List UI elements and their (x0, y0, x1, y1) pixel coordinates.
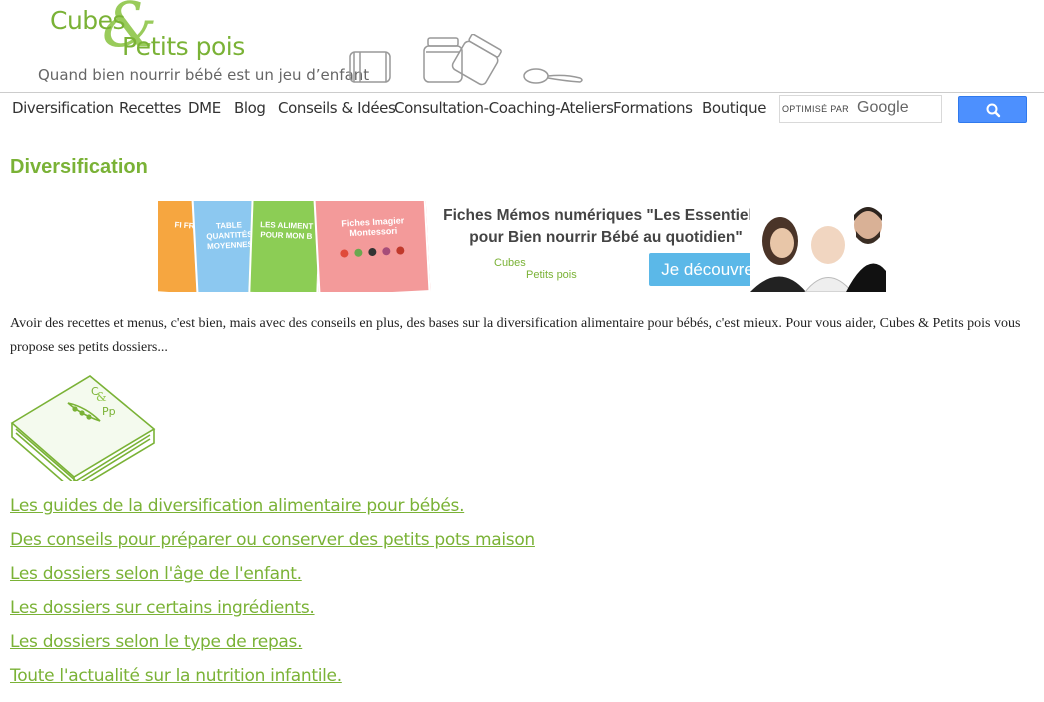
banner-logo-petits-pois: Petits pois (526, 269, 577, 281)
site-header: & Cubes Petits pois Quand bien nourrir b… (0, 0, 1044, 92)
banner-card-aliments: LES ALIMENT POUR MON B (248, 201, 322, 292)
banner-headline-line1: Fiches Mémos numériques "Les Essentiels" (443, 207, 769, 224)
search-input[interactable]: OPTIMISÉ PAR Google (779, 95, 942, 123)
nav-item-formations[interactable]: Formations (613, 99, 693, 117)
link-dossiers-ingredients[interactable]: Les dossiers sur certains ingrédients. (10, 598, 315, 618)
promo-banner[interactable]: FI FRU TABLE QUANTITÉS MOYENNES LES ALIM… (158, 201, 886, 292)
site-tagline: Quand bien nourrir bébé est un jeu d’enf… (38, 66, 370, 84)
page-title: Diversification (10, 156, 148, 178)
banner-discover-button[interactable]: Je découvre (649, 253, 766, 286)
banner-headline: Fiches Mémos numériques "Les Essentiels"… (436, 205, 776, 249)
banner-logo-cubes: Cubes (494, 257, 526, 269)
jars-and-spoon-illustration (349, 34, 583, 86)
link-actualite-nutrition[interactable]: Toute l'actualité sur la nutrition infan… (10, 666, 342, 686)
search-powered-by: OPTIMISÉ PAR (782, 104, 849, 114)
search-google-brand: Google (857, 99, 909, 116)
link-dossiers-type-repas[interactable]: Les dossiers selon le type de repas. (10, 632, 303, 652)
link-guides-diversification[interactable]: Les guides de la diversification aliment… (10, 496, 465, 516)
book-illustration: C & Pp (10, 375, 156, 481)
family-photo (750, 201, 886, 292)
link-conseils-petits-pots[interactable]: Des conseils pour préparer ou conserver … (10, 530, 535, 550)
banner-headline-line2: pour Bien nourrir Bébé au quotidien" (469, 229, 743, 246)
nav-item-consultation[interactable]: Consultation-Coaching-Ateliers (394, 99, 614, 117)
link-dossiers-age[interactable]: Les dossiers selon l'âge de l'enfant. (10, 564, 302, 584)
vegetables-icon (340, 246, 405, 258)
banner-card-text: LES ALIMENT POUR MON B (260, 220, 314, 241)
intro-paragraph: Avoir des recettes et menus, c'est bien,… (10, 316, 1021, 355)
nav-item-blog[interactable]: Blog (234, 99, 266, 117)
logo-cubes[interactable]: Cubes (50, 6, 126, 35)
nav-item-conseils-idees[interactable]: Conseils & Idées (278, 99, 396, 117)
search-icon (986, 103, 1001, 118)
nav-item-recettes[interactable]: Recettes (119, 99, 181, 117)
banner-card-imagier: Fiches Imagier Montessori (313, 201, 431, 292)
search-button[interactable] (958, 96, 1027, 123)
nav-item-boutique[interactable]: Boutique (702, 99, 766, 117)
nav-item-dme[interactable]: DME (188, 99, 221, 117)
logo-petits-pois[interactable]: Petits pois (122, 32, 245, 61)
banner-card-text: Fiches Imagier Montessori (341, 215, 405, 239)
book-label-amp: & (96, 390, 107, 404)
main-nav: Diversification Recettes DME Blog Consei… (0, 92, 1044, 125)
book-label-bottom: Pp (102, 405, 116, 418)
nav-item-diversification[interactable]: Diversification (12, 99, 114, 117)
